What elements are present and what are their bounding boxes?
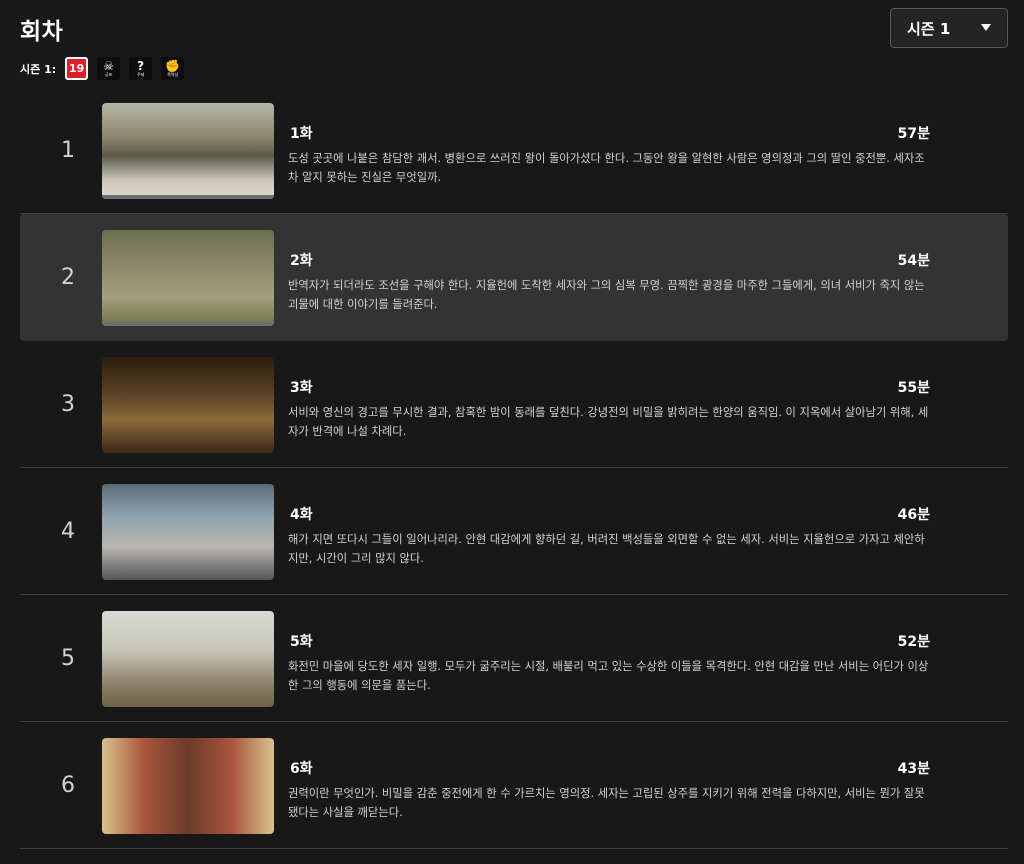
content-ratings: 시즌 1: 19 ☠ 공포 ? 주제 ✊ 폭력성 bbox=[20, 57, 185, 80]
page-title: 회차 bbox=[20, 19, 64, 45]
episode-description: 도성 곳곳에 나붙은 참담한 괘서. 병환으로 쓰러진 왕이 돌아가셨다 한다.… bbox=[288, 152, 925, 184]
chevron-down-icon bbox=[981, 24, 991, 31]
episode-description: 서비와 영신의 경고를 무시한 결과, 참혹한 밤이 동래를 덮친다. 강녕전의… bbox=[288, 406, 929, 438]
theme-icon: ? 주제 bbox=[129, 57, 153, 80]
episode-duration: 55분 bbox=[897, 380, 930, 396]
episode-duration: 54분 bbox=[897, 253, 930, 269]
episode-thumbnail[interactable] bbox=[102, 738, 274, 834]
age-19-icon: 19 bbox=[65, 57, 89, 80]
episode-list: 1 1화 57분 도성 곳곳에 나붙은 참담한 괘서. 병환으로 쓰러진 왕이 … bbox=[20, 87, 1008, 849]
violence-icon: ✊ 폭력성 bbox=[161, 57, 185, 80]
episode-duration: 43분 bbox=[897, 761, 930, 777]
episode-description: 해가 지면 또다시 그들이 일어나리라. 안현 대감에게 향하던 길, 버려진 … bbox=[288, 533, 925, 565]
episode-thumbnail[interactable] bbox=[102, 484, 274, 580]
progress-bar bbox=[102, 322, 274, 326]
episode-list-page: 회차 시즌 1 시즌 1: 19 ☠ 공포 ? 주제 ✊ 폭력성 1 1화 57… bbox=[0, 0, 1024, 864]
season-dropdown[interactable]: 시즌 1 bbox=[890, 8, 1008, 48]
fear-icon: ☠ 공포 bbox=[97, 57, 121, 80]
season-dropdown-label: 시즌 1 bbox=[907, 19, 951, 38]
episode-thumbnail[interactable] bbox=[102, 611, 274, 707]
episode-title: 5화 bbox=[290, 634, 313, 650]
episode-description: 반역자가 되더라도 조선을 구해야 한다. 지율헌에 도착한 세자와 그의 심복… bbox=[288, 279, 925, 311]
header: 회차 시즌 1 bbox=[20, 8, 1008, 52]
episode-item-3[interactable]: 3 3화 55분 서비와 영신의 경고를 무시한 결과, 참혹한 밤이 동래를 … bbox=[20, 341, 1008, 468]
episode-thumbnail[interactable] bbox=[102, 230, 274, 326]
episode-item-6[interactable]: 6 6화 43분 권력이란 무엇인가. 비밀을 감춘 중전에게 한 수 가르치는… bbox=[20, 722, 1008, 849]
episode-item-1[interactable]: 1 1화 57분 도성 곳곳에 나붙은 참담한 괘서. 병환으로 쓰러진 왕이 … bbox=[20, 87, 1008, 214]
episode-description: 권력이란 무엇인가. 비밀을 감춘 중전에게 한 수 가르치는 영의정. 세자는… bbox=[288, 787, 925, 819]
episode-title: 3화 bbox=[290, 380, 313, 396]
episode-title: 2화 bbox=[290, 253, 313, 269]
episode-title: 1화 bbox=[290, 126, 313, 142]
episode-thumbnail[interactable] bbox=[102, 357, 274, 453]
episode-title: 6화 bbox=[290, 761, 313, 777]
episode-duration: 57분 bbox=[897, 126, 930, 142]
episode-item-5[interactable]: 5 5화 52분 화전민 마을에 당도한 세자 일행. 모두가 굶주리는 시절,… bbox=[20, 595, 1008, 722]
episode-description: 화전민 마을에 당도한 세자 일행. 모두가 굶주리는 시절, 배불리 먹고 있… bbox=[288, 660, 929, 692]
episode-thumbnail[interactable] bbox=[102, 103, 274, 199]
episode-duration: 46분 bbox=[897, 507, 930, 523]
episode-title: 4화 bbox=[290, 507, 313, 523]
episode-item-4[interactable]: 4 4화 46분 해가 지면 또다시 그들이 일어나리라. 안현 대감에게 향하… bbox=[20, 468, 1008, 595]
ratings-label: 시즌 1: bbox=[20, 62, 57, 76]
progress-bar bbox=[102, 195, 274, 199]
episode-item-2[interactable]: 2 2화 54분 반역자가 되더라도 조선을 구해야 한다. 지율헌에 도착한 … bbox=[20, 214, 1008, 341]
episode-duration: 52분 bbox=[897, 634, 930, 650]
